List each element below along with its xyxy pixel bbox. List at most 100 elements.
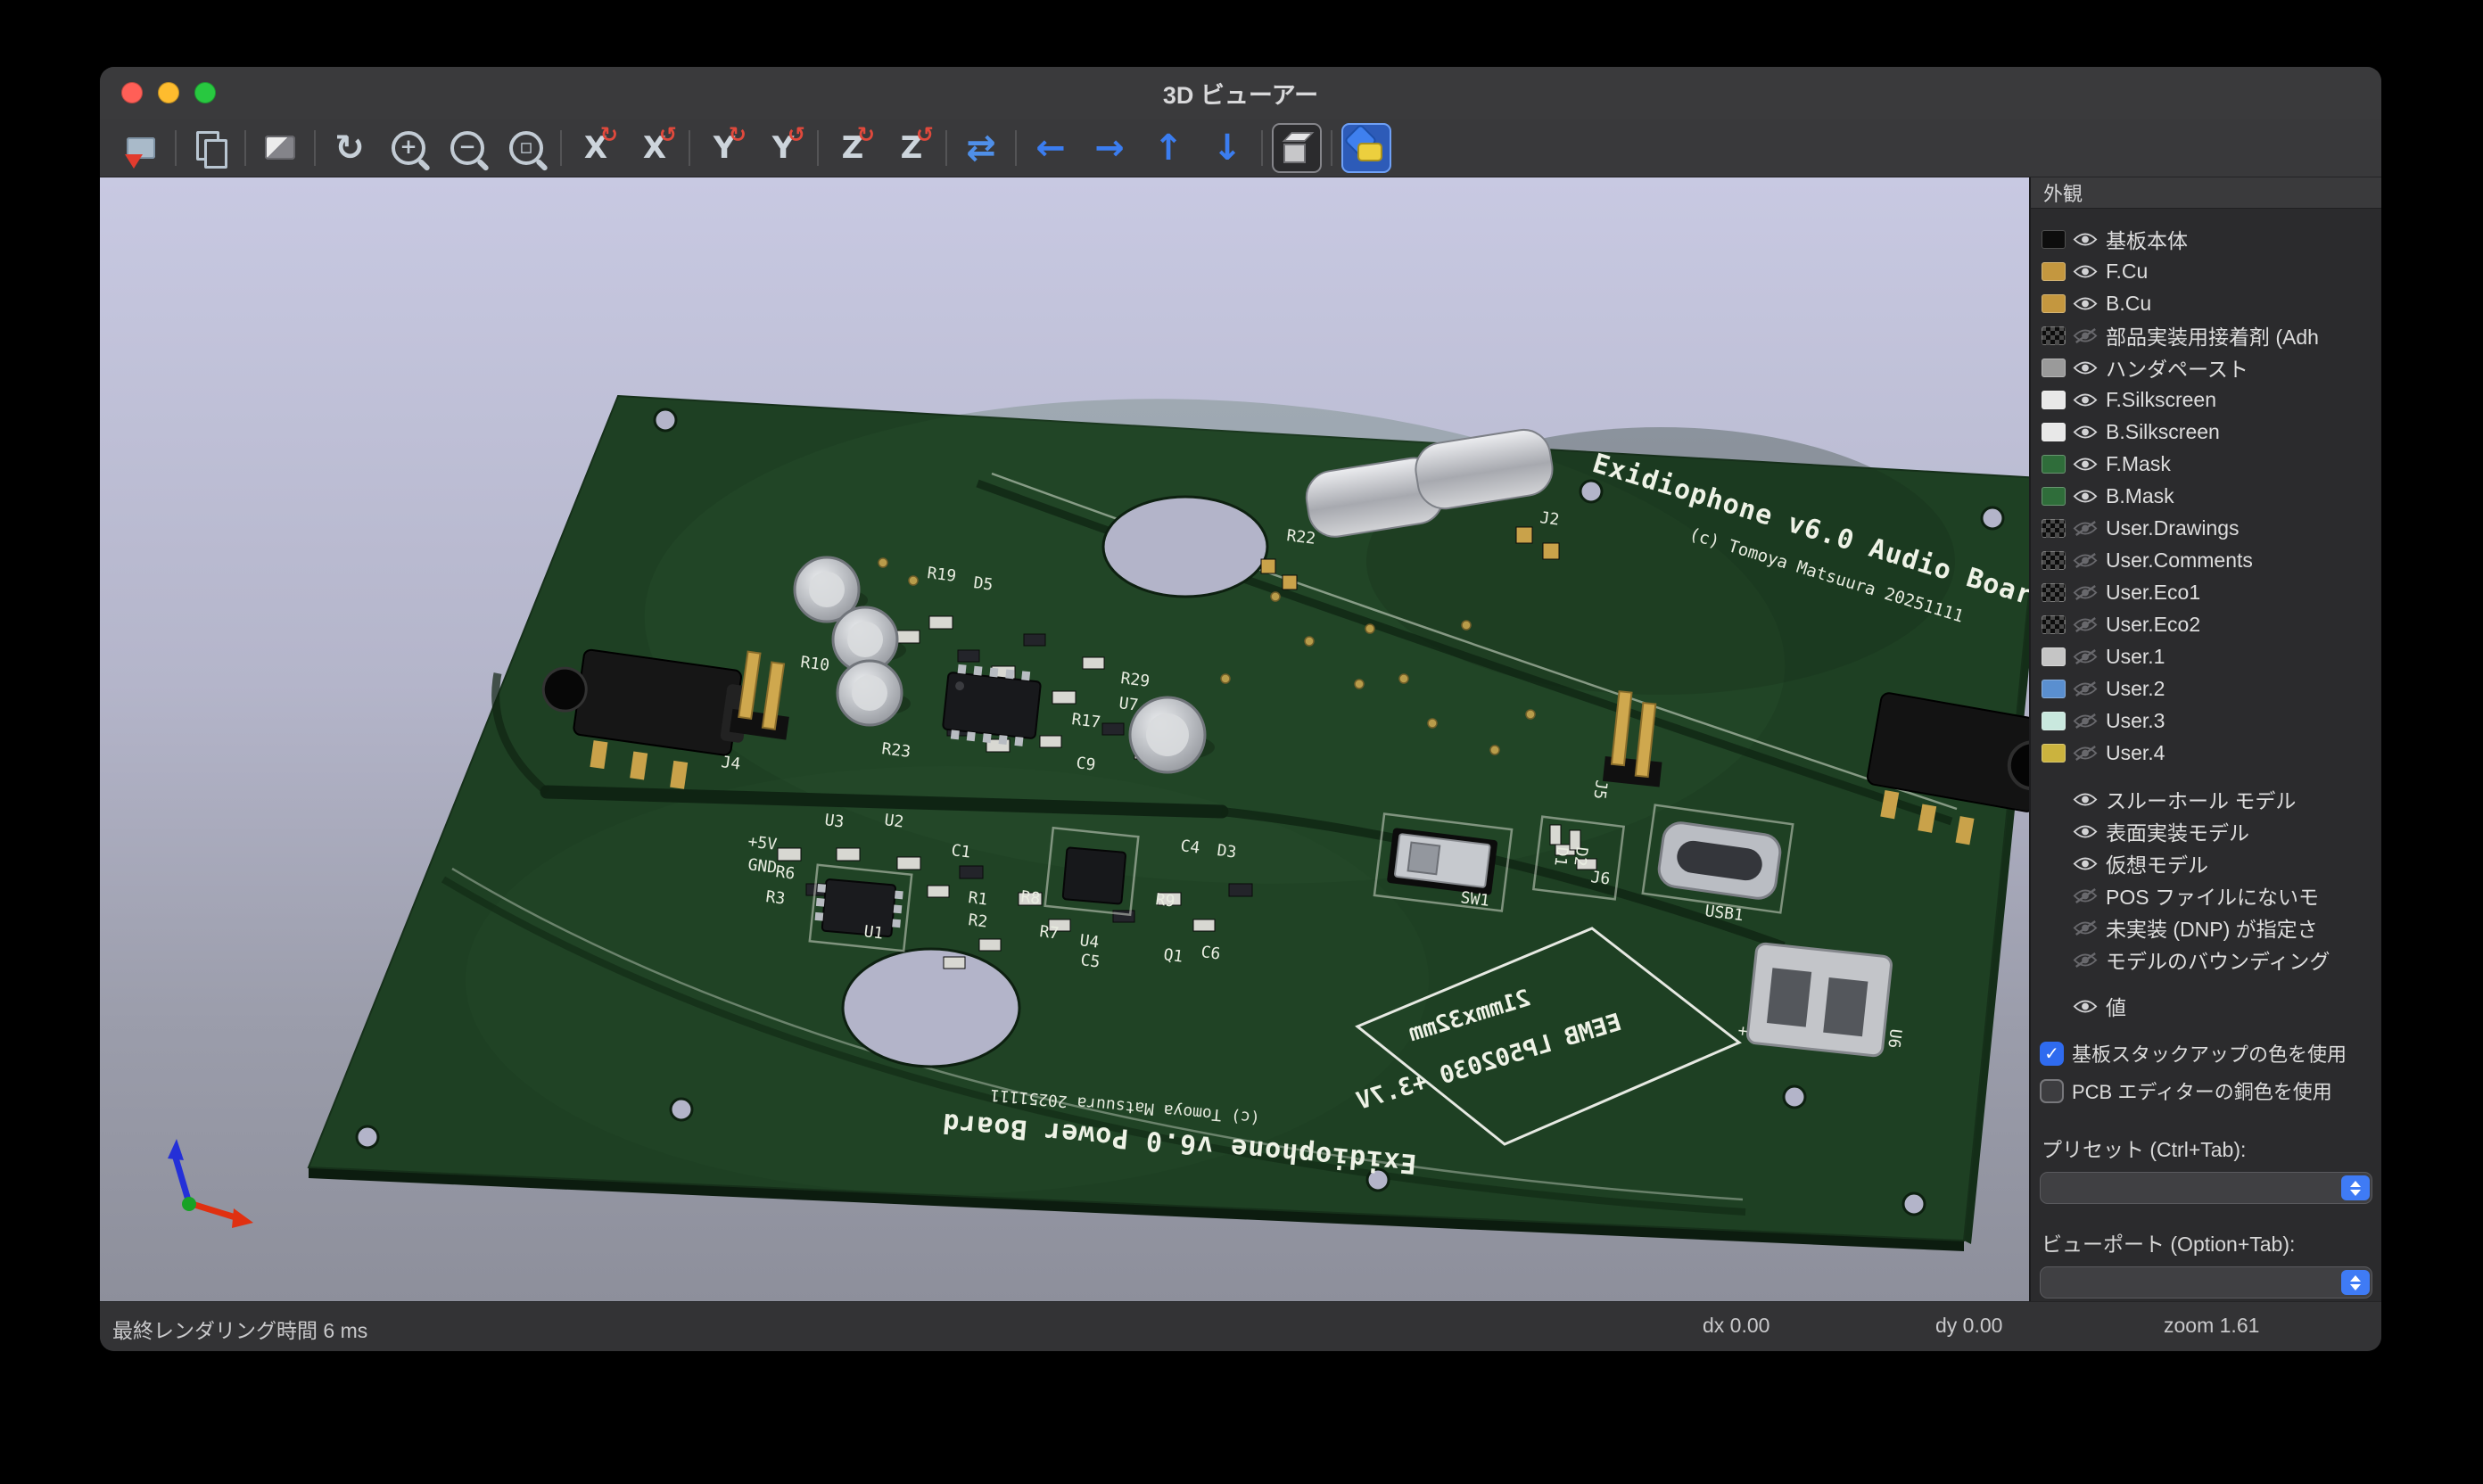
silkscreen-refdes: R7 <box>1038 922 1060 943</box>
pan-left-icon[interactable]: ← <box>1026 123 1076 173</box>
desktop-background: 3D ビューアー ↻+−▫ X↻X↺ Y↻Y↺ Z↻Z↺ ⇄ ←→↑↓ <box>0 0 2483 1484</box>
checked-checkbox[interactable]: ✓ <box>2040 1042 2064 1066</box>
toolbar-separator <box>560 130 562 166</box>
redraw-icon[interactable]: ↻ <box>325 123 375 173</box>
orthographic-icon[interactable] <box>1272 123 1322 173</box>
silkscreen-refdes: D5 <box>972 573 994 594</box>
visibility-on-eye-icon[interactable] <box>2073 392 2098 408</box>
visibility-on-eye-icon[interactable] <box>2073 855 2098 872</box>
layer-row: User.Eco2 <box>2031 608 2381 640</box>
visibility-on-eye-icon[interactable] <box>2073 424 2098 441</box>
silkscreen-refdes: U7 <box>1118 694 1139 714</box>
visibility-on-eye-icon[interactable] <box>2073 998 2098 1015</box>
layer-color-swatch[interactable] <box>2042 230 2066 249</box>
pan-down-icon[interactable]: ↓ <box>1202 123 1252 173</box>
preset-select[interactable] <box>2040 1172 2372 1204</box>
zoom-out-icon[interactable]: − <box>442 123 492 173</box>
stepper-icon[interactable] <box>2341 1270 2370 1295</box>
layer-color-swatch[interactable] <box>2042 680 2066 698</box>
reload-board-icon[interactable] <box>116 123 166 173</box>
visibility-on-eye-icon[interactable] <box>2073 823 2098 840</box>
layer-label: 表面実装モデル <box>2106 816 2249 846</box>
layer-row: 仮想モデル <box>2031 847 2381 879</box>
layer-label: モデルのバウンディング <box>2106 944 2330 975</box>
visibility-off-eye-icon[interactable] <box>2073 745 2098 762</box>
layer-label: POS ファイルにないモ <box>2106 880 2319 911</box>
layer-row: User.4 <box>2031 737 2381 769</box>
layer-label: スルーホール モデル <box>2106 784 2296 814</box>
rotate-z-ccw-icon[interactable]: Z↺ <box>887 123 936 173</box>
visibility-on-eye-icon[interactable] <box>2073 359 2098 376</box>
visibility-off-eye-icon[interactable] <box>2073 680 2098 697</box>
visibility-off-eye-icon[interactable] <box>2073 584 2098 601</box>
visibility-on-eye-icon[interactable] <box>2073 488 2098 505</box>
layer-color-swatch[interactable] <box>2042 744 2066 763</box>
visibility-on-eye-icon[interactable] <box>2073 231 2098 248</box>
layer-color-swatch[interactable] <box>2042 391 2066 409</box>
layer-color-swatch[interactable] <box>2042 326 2066 345</box>
close-button[interactable] <box>121 82 143 103</box>
layer-color-swatch[interactable] <box>2042 647 2066 666</box>
layer-color-swatch[interactable] <box>2042 551 2066 570</box>
viewport-3d[interactable]: Exidiophone v6.0 Audio Board (c) Tomoya … <box>100 177 2029 1302</box>
silkscreen-refdes: R10 <box>799 653 830 675</box>
raytracing-icon[interactable] <box>255 123 305 173</box>
minimize-button[interactable] <box>158 82 179 103</box>
visibility-off-eye-icon[interactable] <box>2073 327 2098 344</box>
toolbar-separator <box>689 130 690 166</box>
rotate-z-cw-icon[interactable]: Z↻ <box>828 123 878 173</box>
title-bar[interactable]: 3D ビューアー <box>100 67 2381 120</box>
toolbar-separator <box>244 130 246 166</box>
viewport-select[interactable] <box>2040 1266 2372 1298</box>
silkscreen-refdes: +5V <box>747 832 778 854</box>
visibility-on-eye-icon[interactable] <box>2073 456 2098 473</box>
visibility-off-eye-icon[interactable] <box>2073 648 2098 665</box>
layer-color-swatch[interactable] <box>2042 487 2066 506</box>
layer-row: User.Comments <box>2031 544 2381 576</box>
visibility-off-eye-icon[interactable] <box>2073 520 2098 537</box>
visibility-off-eye-icon[interactable] <box>2073 919 2098 936</box>
stepper-icon[interactable] <box>2341 1175 2370 1200</box>
layer-color-swatch[interactable] <box>2042 359 2066 377</box>
silkscreen-refdes: D1 <box>1550 845 1571 867</box>
rotate-x-cw-icon[interactable]: X↻ <box>571 123 621 173</box>
copy-image-icon[interactable] <box>186 123 235 173</box>
silkscreen-refdes: J2 <box>1538 508 1560 529</box>
layer-color-swatch[interactable] <box>2042 712 2066 730</box>
visibility-off-eye-icon[interactable] <box>2073 616 2098 633</box>
rotate-y-ccw-icon[interactable]: Y↺ <box>758 123 808 173</box>
layer-color-swatch[interactable] <box>2042 262 2066 281</box>
visibility-off-eye-icon[interactable] <box>2073 713 2098 730</box>
visibility-off-eye-icon[interactable] <box>2073 552 2098 569</box>
visibility-off-eye-icon[interactable] <box>2073 887 2098 904</box>
layer-color-swatch[interactable] <box>2042 455 2066 474</box>
layer-color-swatch[interactable] <box>2042 519 2066 538</box>
rotate-x-ccw-icon[interactable]: X↺ <box>630 123 680 173</box>
layer-color-swatch[interactable] <box>2042 615 2066 634</box>
viewport-canvas[interactable]: Exidiophone v6.0 Audio Board (c) Tomoya … <box>100 177 2029 1302</box>
flip-board-icon[interactable]: ⇄ <box>956 123 1006 173</box>
zoom-button[interactable] <box>194 82 216 103</box>
pan-up-icon[interactable]: ↑ <box>1143 123 1193 173</box>
layer-row: 表面実装モデル <box>2031 815 2381 847</box>
visibility-on-eye-icon[interactable] <box>2073 295 2098 312</box>
visibility-on-eye-icon[interactable] <box>2073 263 2098 280</box>
silkscreen-refdes: C6 <box>1200 943 1221 963</box>
pan-right-icon[interactable]: → <box>1085 123 1134 173</box>
visibility-on-eye-icon[interactable] <box>2073 791 2098 808</box>
visibility-off-eye-icon[interactable] <box>2073 952 2098 969</box>
toolbar-separator <box>817 130 819 166</box>
layer-label: B.Mask <box>2106 484 2174 508</box>
silkscreen-refdes: C9 <box>1075 754 1096 774</box>
status-bar: 最終レンダリング時間 6 ms dx 0.00 dy 0.00 zoom 1.6… <box>100 1301 2381 1351</box>
zoom-fit-icon[interactable]: ▫ <box>501 123 551 173</box>
silkscreen-refdes: Q1 <box>1162 945 1184 966</box>
zoom-in-icon[interactable]: + <box>384 123 433 173</box>
rotate-y-cw-icon[interactable]: Y↻ <box>699 123 749 173</box>
layer-color-swatch[interactable] <box>2042 423 2066 441</box>
layer-color-swatch[interactable] <box>2042 294 2066 313</box>
dx-status: dx 0.00 <box>1703 1314 1769 1338</box>
layer-color-swatch[interactable] <box>2042 583 2066 602</box>
unchecked-checkbox[interactable] <box>2040 1079 2064 1103</box>
appearance-panel-icon[interactable] <box>1341 123 1391 173</box>
